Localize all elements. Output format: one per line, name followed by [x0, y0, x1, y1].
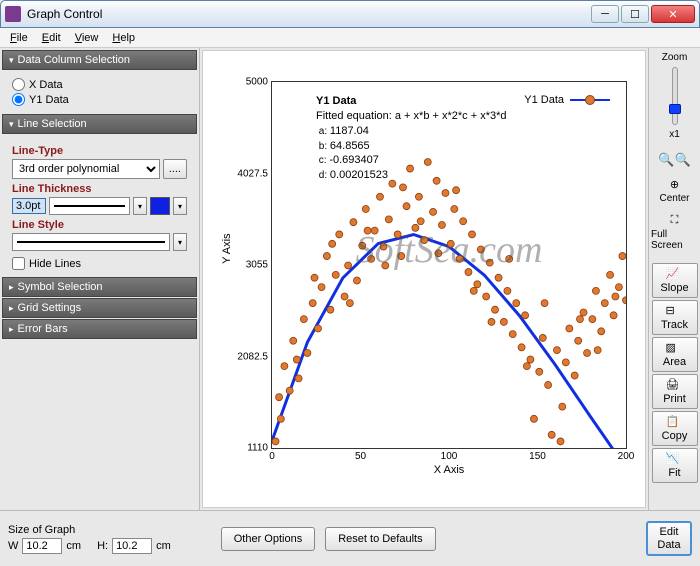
panel-data-column[interactable]: ▾Data Column Selection	[2, 50, 197, 70]
zoom-value: x1	[669, 129, 680, 140]
h-label: H:	[97, 540, 108, 552]
slope-icon: 📈	[666, 267, 684, 281]
fit-button[interactable]: 📉Fit	[652, 448, 698, 483]
area-icon: ▨	[666, 341, 684, 355]
input-thickness[interactable]	[12, 198, 46, 214]
panel-grid-settings[interactable]: ▸Grid Settings	[2, 298, 197, 318]
center-icon[interactable]: ⊕	[670, 178, 679, 191]
slope-button[interactable]: 📈Slope	[652, 263, 698, 298]
panel-symbol-selection[interactable]: ▸Symbol Selection	[2, 277, 197, 297]
h-unit: cm	[156, 540, 171, 552]
label-hide-lines: Hide Lines	[29, 258, 81, 270]
right-toolbar: Zoom x1 🔍🔍 ⊕ Center ⛶ Full Screen 📈Slope…	[648, 48, 700, 510]
menubar: File Edit View Help	[0, 28, 700, 48]
checkbox-hide-lines[interactable]	[12, 257, 25, 270]
radio-y1data[interactable]	[12, 93, 25, 106]
line-type-more-button[interactable]: ....	[163, 159, 187, 179]
panel-line-selection-body: Line-Type 3rd order polynomial .... Line…	[2, 135, 197, 276]
legend-entry: Y1 Data	[524, 94, 610, 106]
style-dropdown[interactable]: ▾	[173, 233, 187, 251]
print-button[interactable]: 🖨Print	[652, 374, 698, 409]
copy-button[interactable]: 📋Copy	[652, 411, 698, 446]
label-line-type: Line-Type	[12, 145, 187, 157]
w-unit: cm	[66, 540, 81, 552]
chart-area: Y Axis Y1 Data Fitted equation: a + x*b …	[202, 50, 646, 508]
color-dropdown[interactable]: ▾	[173, 197, 187, 215]
fullscreen-icon[interactable]: ⛶	[671, 214, 679, 227]
menu-help[interactable]: Help	[106, 30, 141, 46]
menu-view[interactable]: View	[69, 30, 105, 46]
bottom-bar: Size of Graph W cm H: cm Other Options R…	[0, 510, 700, 566]
close-button[interactable]: ✕	[651, 5, 695, 23]
label-line-style: Line Style	[12, 219, 187, 231]
panel-data-column-body: X Data Y1 Data	[2, 71, 197, 113]
radio-xdata[interactable]	[12, 78, 25, 91]
track-icon: ⊟	[666, 304, 684, 318]
other-options-button[interactable]: Other Options	[221, 527, 315, 551]
titlebar: Graph Control ─ ☐ ✕	[0, 0, 700, 28]
menu-file[interactable]: File	[4, 30, 34, 46]
label-line-thickness: Line Thickness	[12, 183, 187, 195]
fit-legend: Y1 Data Fitted equation: a + x*b + x*2*c…	[316, 94, 507, 183]
zoom-slider[interactable]	[672, 67, 678, 125]
maximize-button[interactable]: ☐	[621, 5, 649, 23]
window-title: Graph Control	[27, 7, 102, 21]
label-y1data: Y1 Data	[29, 94, 69, 106]
w-label: W	[8, 540, 18, 552]
color-swatch[interactable]	[150, 197, 170, 215]
legend-marker-icon	[570, 99, 610, 101]
zoom-label: Zoom	[662, 52, 688, 63]
app-icon	[5, 6, 21, 22]
minimize-button[interactable]: ─	[591, 5, 619, 23]
panel-line-selection[interactable]: ▾Line Selection	[2, 114, 197, 134]
menu-edit[interactable]: Edit	[36, 30, 67, 46]
fit-icon: 📉	[666, 452, 684, 466]
thickness-preview	[49, 197, 130, 215]
select-line-type[interactable]: 3rd order polynomial	[12, 159, 160, 179]
track-button[interactable]: ⊟Track	[652, 300, 698, 335]
center-label: Center	[659, 193, 689, 204]
reset-defaults-button[interactable]: Reset to Defaults	[325, 527, 435, 551]
plot[interactable]: Y1 Data Fitted equation: a + x*b + x*2*c…	[271, 81, 627, 449]
style-preview	[12, 233, 170, 251]
panel-error-bars[interactable]: ▸Error Bars	[2, 319, 197, 339]
thickness-dropdown[interactable]: ▾	[133, 197, 147, 215]
copy-icon: 📋	[666, 415, 684, 429]
print-icon: 🖨	[666, 378, 684, 392]
edit-data-button[interactable]: Edit Data	[646, 521, 692, 555]
area-button[interactable]: ▨Area	[652, 337, 698, 372]
zoom-icons[interactable]: 🔍🔍	[658, 152, 690, 168]
y-axis-label: Y Axis	[221, 233, 233, 263]
width-input[interactable]	[22, 538, 62, 554]
fullscreen-label: Full Screen	[651, 229, 698, 251]
x-axis-label: X Axis	[434, 464, 465, 476]
size-label: Size of Graph	[8, 524, 171, 536]
height-input[interactable]	[112, 538, 152, 554]
label-xdata: X Data	[29, 79, 63, 91]
sidebar: ▾Data Column Selection X Data Y1 Data ▾L…	[0, 48, 200, 510]
